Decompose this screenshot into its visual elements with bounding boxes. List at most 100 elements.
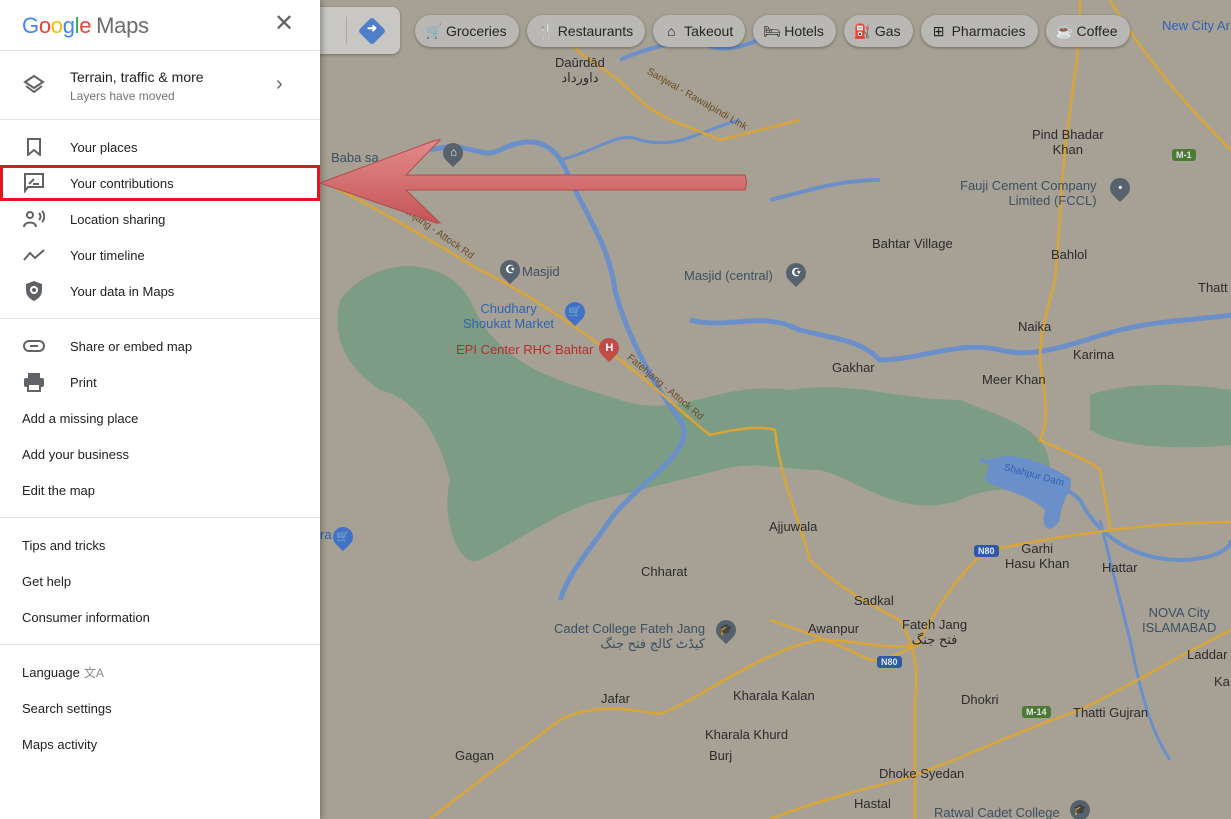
menu-item-language[interactable]: Language 文A xyxy=(0,654,320,690)
cart-icon: 🛒 xyxy=(425,22,443,39)
google-maps-logo: Google Maps xyxy=(22,13,149,38)
chip-restaurants[interactable]: 🍴 Restaurants xyxy=(526,15,646,47)
menu-item-label: Location sharing xyxy=(70,211,166,227)
place-label: Gakhar xyxy=(832,360,875,375)
menu-item-label: Share or embed map xyxy=(70,338,193,354)
link-icon xyxy=(22,335,46,357)
place-label: Bahtar Village xyxy=(872,236,953,251)
place-label: Chudhary Shoukat Market xyxy=(463,301,555,331)
close-icon[interactable]: ✕ xyxy=(273,12,295,36)
place-label: Kharala Kalan xyxy=(733,688,815,703)
menu-item-your-places[interactable]: Your places xyxy=(0,129,320,165)
layers-subtitle: Layers have moved xyxy=(70,89,175,103)
menu-item-maps-activity[interactable]: Maps activity xyxy=(0,726,320,762)
highway-shield: N80 xyxy=(974,545,999,557)
chip-label: Hotels xyxy=(784,23,824,39)
annotation-arrow xyxy=(318,139,747,224)
menu-item-label: Consumer information xyxy=(22,609,150,625)
menu-section-tools: Share or embed map Print Add a missing p… xyxy=(0,319,320,518)
directions-icon: ➜ xyxy=(366,21,378,36)
place-label: Kharala Khurd xyxy=(705,727,789,742)
menu-item-share-embed[interactable]: Share or embed map xyxy=(0,328,320,364)
place-label: Cadet College Fateh Jang کیڈٹ کالج فتح جن… xyxy=(554,621,706,651)
menu-header: Google Maps ✕ xyxy=(0,0,320,51)
layers-icon xyxy=(23,74,45,94)
menu-item-location-sharing[interactable]: Location sharing xyxy=(0,201,320,237)
menu-item-label: Language 文A xyxy=(22,664,104,680)
forest-area xyxy=(1090,385,1231,448)
menu-item-your-contributions[interactable]: Your contributions xyxy=(0,165,320,201)
highway-shield: N80 xyxy=(877,656,902,668)
chip-takeout[interactable]: ⌂ Takeout xyxy=(653,15,746,47)
fork-knife-icon: 🍴 xyxy=(536,22,555,39)
menu-section-settings: Language 文A Search settings Maps activity xyxy=(0,645,320,771)
takeout-icon: ⌂ xyxy=(666,23,676,39)
menu-section-personal: Your places Your contributions Location … xyxy=(0,120,320,319)
menu-item-label: Search settings xyxy=(22,700,112,716)
chip-gas[interactable]: ⛽ Gas xyxy=(843,15,913,47)
chip-groceries[interactable]: 🛒 Groceries xyxy=(415,15,519,47)
place-label: Jafar xyxy=(601,691,630,706)
bookmark-icon xyxy=(22,136,46,158)
menu-item-label: Get help xyxy=(22,573,72,589)
chip-hotels[interactable]: 🛏 Hotels xyxy=(753,15,836,47)
layers-item[interactable]: Terrain, traffic & more Layers have move… xyxy=(0,51,320,120)
place-label: Karima xyxy=(1073,347,1115,362)
directions-button[interactable]: ➜ xyxy=(357,16,387,46)
highway-shield: M-1 xyxy=(1172,149,1196,161)
menu-item-label: Add a missing place xyxy=(22,410,139,426)
menu-item-label: Print xyxy=(70,374,97,390)
menu-item-consumer-info[interactable]: Consumer information xyxy=(0,599,320,635)
chip-label: Gas xyxy=(874,23,901,39)
place-label: Ajjuwala xyxy=(769,519,818,534)
place-label: Thatt xyxy=(1198,280,1228,295)
divider xyxy=(346,17,347,44)
place-label: Awanpur xyxy=(808,621,860,636)
menu-item-tips[interactable]: Tips and tricks xyxy=(0,527,320,563)
menu-item-label: Tips and tricks xyxy=(22,537,106,553)
place-label: Fateh Jang فتح جنگ xyxy=(902,617,968,647)
timeline-icon xyxy=(22,244,46,266)
menu-item-your-data[interactable]: Your data in Maps xyxy=(0,273,320,309)
menu-item-label: Add your business xyxy=(22,446,129,462)
layers-title: Terrain, traffic & more xyxy=(70,69,204,85)
place-label: Hattar xyxy=(1102,560,1138,575)
place-label: Bahlol xyxy=(1051,247,1088,262)
menu-item-edit-map[interactable]: Edit the map xyxy=(0,472,320,508)
place-label: Burj xyxy=(709,748,733,763)
gas-pump-icon: ⛽ xyxy=(853,22,872,39)
shield-icon xyxy=(22,280,46,302)
menu-item-add-missing-place[interactable]: Add a missing place xyxy=(0,400,320,436)
chip-coffee[interactable]: ☕ Coffee xyxy=(1045,15,1130,47)
place-label: Chharat xyxy=(641,564,688,579)
chip-label: Takeout xyxy=(684,23,734,39)
menu-section-help: Tips and tricks Get help Consumer inform… xyxy=(0,518,320,645)
place-label: Pind Bhadar Khan xyxy=(1032,127,1104,157)
bed-icon: 🛏 xyxy=(763,22,781,39)
chip-pharmacies[interactable]: ⊞ Pharmacies xyxy=(920,15,1038,47)
place-label: Gagan xyxy=(455,748,495,763)
menu-item-print[interactable]: Print xyxy=(0,364,320,400)
place-label: Dhokri xyxy=(961,692,999,707)
place-label: Masjid xyxy=(522,264,560,279)
menu-item-search-settings[interactable]: Search settings xyxy=(0,690,320,726)
place-label: New City Ar xyxy=(1162,18,1230,33)
place-label: Laddar xyxy=(1187,647,1228,662)
chip-label: Coffee xyxy=(1076,23,1118,39)
place-label: ra xyxy=(320,527,332,542)
chip-label: Pharmacies xyxy=(951,23,1026,39)
place-label: Hastal xyxy=(854,796,891,811)
menu-item-your-timeline[interactable]: Your timeline xyxy=(0,237,320,273)
place-label: Daūrdād داورداد xyxy=(555,55,605,85)
side-menu: Google Maps ✕ Terrain, traffic & more Lay… xyxy=(0,0,320,819)
menu-item-label: Your places xyxy=(70,139,138,155)
translate-icon: 文A xyxy=(83,665,104,680)
menu-item-add-business[interactable]: Add your business xyxy=(0,436,320,472)
contributions-icon xyxy=(22,172,46,194)
menu-item-label: Edit the map xyxy=(22,482,95,498)
place-label: Dhoke Syedan xyxy=(879,766,965,781)
place-label: Thatti Gujran xyxy=(1073,705,1149,720)
place-label: Garhi Hasu Khan xyxy=(1005,541,1070,571)
menu-item-get-help[interactable]: Get help xyxy=(0,563,320,599)
place-label: Meer Khan xyxy=(982,372,1046,387)
